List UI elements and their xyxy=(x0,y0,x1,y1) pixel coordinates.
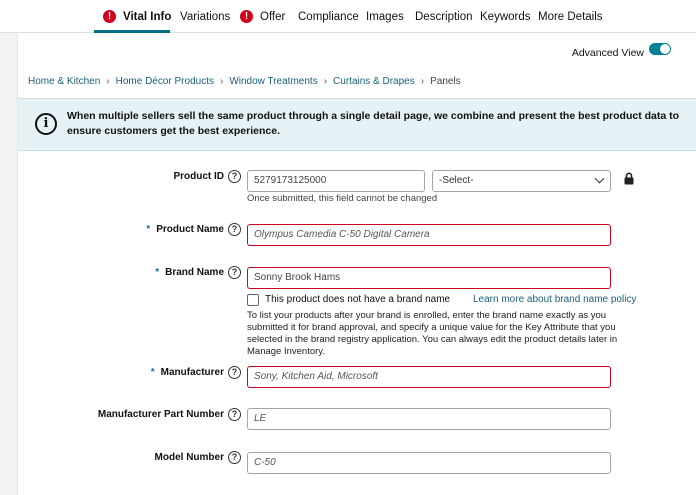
manufacturer-label: * Manufacturer xyxy=(151,367,224,378)
product-id-hint: Once submitted, this field cannot be cha… xyxy=(247,193,438,204)
product-id-label: Product ID xyxy=(173,171,224,182)
tab-offer[interactable]: ! Offer xyxy=(240,0,285,33)
help-icon[interactable]: ? xyxy=(228,366,241,379)
info-icon: i xyxy=(35,113,57,135)
error-icon: ! xyxy=(103,10,116,23)
tab-label: Description xyxy=(415,10,473,23)
label-text: Product Name xyxy=(156,224,224,235)
error-icon: ! xyxy=(240,10,253,23)
tab-variations[interactable]: Variations xyxy=(180,0,230,33)
product-name-input[interactable]: Olympus Camedia C-50 Digital Camera xyxy=(247,224,611,246)
no-brand-checkbox-label: This product does not have a brand name xyxy=(265,294,451,305)
part-number-label: Manufacturer Part Number xyxy=(97,409,224,420)
info-banner-text: When multiple sellers sell the same prod… xyxy=(67,110,680,137)
tab-label: More Details xyxy=(538,10,603,23)
tab-images[interactable]: Images xyxy=(366,0,404,33)
manufacturer-input[interactable]: Sony, Kitchen Aid, Microsoft xyxy=(247,366,611,388)
required-marker: * xyxy=(146,224,151,235)
breadcrumb-item[interactable]: Home & Kitchen xyxy=(28,76,100,87)
part-number-input[interactable]: LE xyxy=(247,408,611,430)
tab-label: Keywords xyxy=(480,10,531,23)
chevron-right-icon: › xyxy=(106,76,110,87)
lock-icon xyxy=(624,172,634,185)
product-name-label: * Product Name xyxy=(146,224,224,235)
chevron-right-icon: › xyxy=(219,76,224,87)
chevron-right-icon: › xyxy=(420,76,425,87)
chevron-right-icon: › xyxy=(323,76,328,87)
tab-vital-info[interactable]: ! Vital Info xyxy=(103,0,171,33)
breadcrumb-item[interactable]: Home Décor Products xyxy=(116,76,214,87)
brand-name-label: * Brand Name xyxy=(155,267,224,278)
brand-name-input[interactable]: Sonny Brook Hams xyxy=(247,267,611,289)
breadcrumb-current: Panels xyxy=(430,76,461,87)
tab-label: Variations xyxy=(180,10,231,23)
select-value: -Select- xyxy=(439,175,474,186)
tab-description[interactable]: Description xyxy=(415,0,473,33)
help-icon[interactable]: ? xyxy=(228,451,241,464)
model-number-input[interactable]: C-50 xyxy=(247,452,611,474)
tab-compliance[interactable]: Compliance xyxy=(298,0,359,33)
breadcrumb-item[interactable]: Curtains & Drapes xyxy=(333,76,415,87)
advanced-view-label: Advanced View xyxy=(571,47,644,59)
info-banner: i When multiple sellers sell the same pr… xyxy=(18,98,696,151)
help-icon[interactable]: ? xyxy=(228,170,241,183)
help-icon[interactable]: ? xyxy=(228,266,241,279)
breadcrumb: Home & Kitchen › Home Décor Products › Windo… xyxy=(28,76,461,87)
brand-policy-link[interactable]: Learn more about brand name policy xyxy=(473,294,636,305)
required-marker: * xyxy=(150,367,155,378)
no-brand-checkbox[interactable] xyxy=(247,294,259,306)
tab-label: Offer xyxy=(260,10,286,23)
toggle-knob xyxy=(660,44,670,54)
advanced-view-toggle[interactable] xyxy=(649,43,671,55)
help-icon[interactable]: ? xyxy=(228,223,241,236)
required-marker: * xyxy=(155,267,160,278)
breadcrumb-item[interactable]: Window Treatments xyxy=(229,76,317,87)
tab-label: Vital Info xyxy=(123,10,172,23)
vital-info-panel: Advanced View Home & Kitchen › Home Décor … xyxy=(17,33,696,495)
model-number-label: Model Number xyxy=(154,452,224,463)
chevron-down-icon xyxy=(594,173,605,184)
help-icon[interactable]: ? xyxy=(228,408,241,421)
tab-more-details[interactable]: More Details xyxy=(538,0,603,33)
tab-bar: ! Vital Info Variations ! Offer Complian… xyxy=(0,0,696,33)
tab-label: Compliance xyxy=(298,10,359,23)
label-text: Manufacturer xyxy=(160,367,224,378)
tab-keywords[interactable]: Keywords xyxy=(480,0,531,33)
left-gutter xyxy=(0,33,17,495)
product-id-input[interactable]: 5279173125000 xyxy=(247,170,425,192)
label-text: Brand Name xyxy=(165,267,224,278)
product-id-type-select[interactable]: -Select- xyxy=(432,170,611,192)
tab-label: Images xyxy=(366,10,404,23)
brand-registry-note: To list your products after your brand i… xyxy=(247,310,618,357)
